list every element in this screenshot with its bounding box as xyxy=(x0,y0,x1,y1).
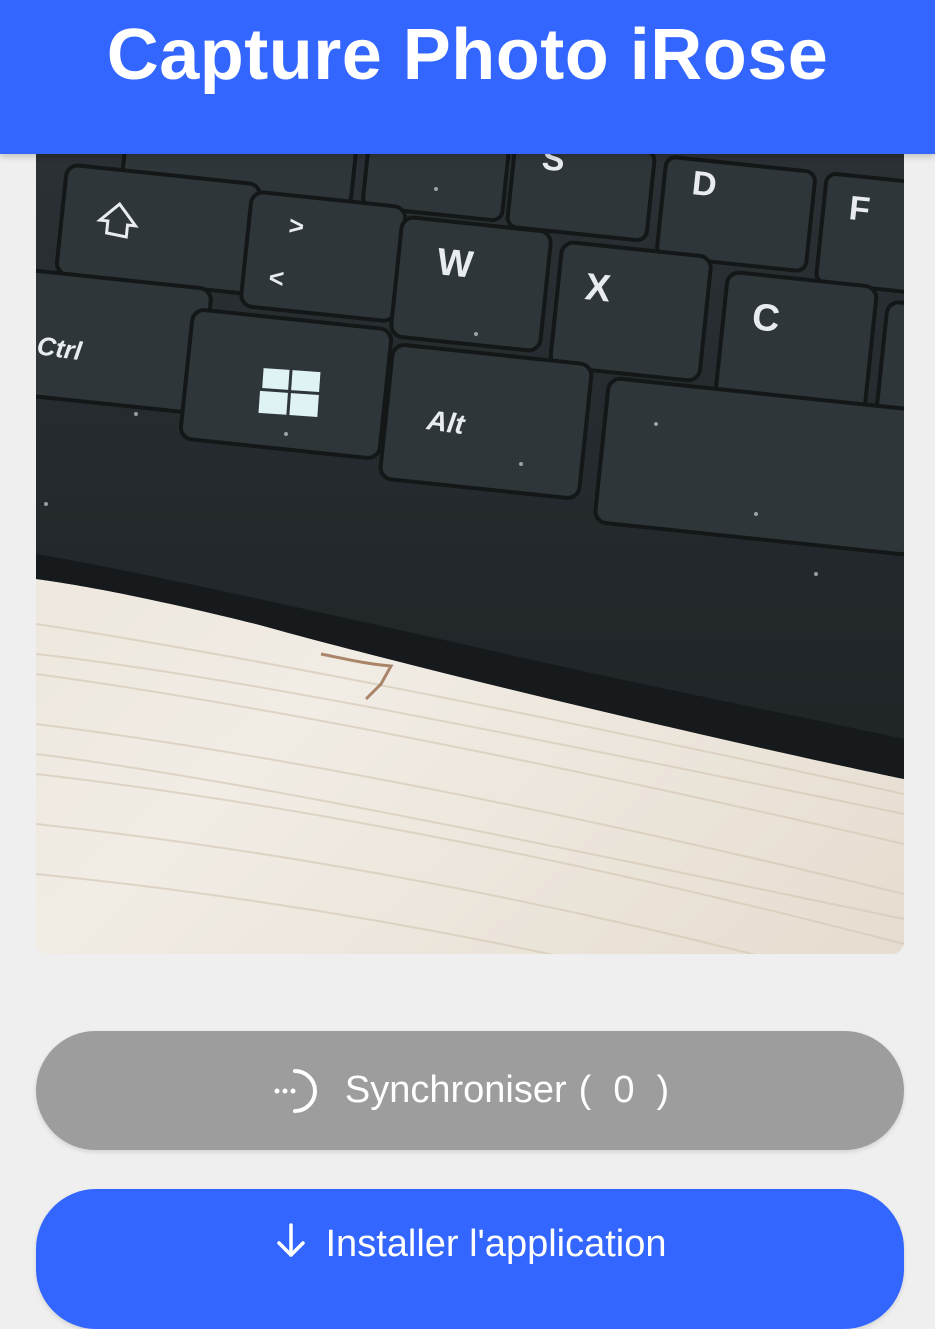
photo-preview: S D F W X C Ctrl Alt > < xyxy=(36,154,904,954)
captured-photo: S D F W X C Ctrl Alt > < xyxy=(36,154,904,954)
key-label-w: W xyxy=(435,241,475,287)
sync-count-open: ( xyxy=(578,1069,592,1111)
sync-count-close: ) xyxy=(656,1069,670,1111)
app-header: Capture Photo iRose xyxy=(0,0,935,154)
sync-pending-icon xyxy=(274,1068,317,1113)
page-title: Capture Photo iRose xyxy=(106,15,829,95)
key-label-d: D xyxy=(690,164,718,204)
sync-count: 0 xyxy=(613,1069,635,1111)
key-label-s: S xyxy=(540,154,567,179)
sync-button[interactable]: Synchroniser ( 0 ) xyxy=(36,1031,904,1150)
key-label-greater: > xyxy=(287,210,305,241)
sync-label: Synchroniser xyxy=(344,1069,567,1111)
install-label: Installer l'application xyxy=(325,1223,667,1265)
key-label-ctrl: Ctrl xyxy=(36,330,84,366)
key-label-c: C xyxy=(750,296,782,341)
key-label-x: X xyxy=(583,266,613,310)
key-label-f: F xyxy=(847,189,872,229)
install-app-button[interactable]: Installer l'application xyxy=(36,1189,904,1329)
key-label-less: < xyxy=(267,262,285,293)
key-label-alt: Alt xyxy=(424,404,468,440)
download-icon xyxy=(276,1223,305,1257)
